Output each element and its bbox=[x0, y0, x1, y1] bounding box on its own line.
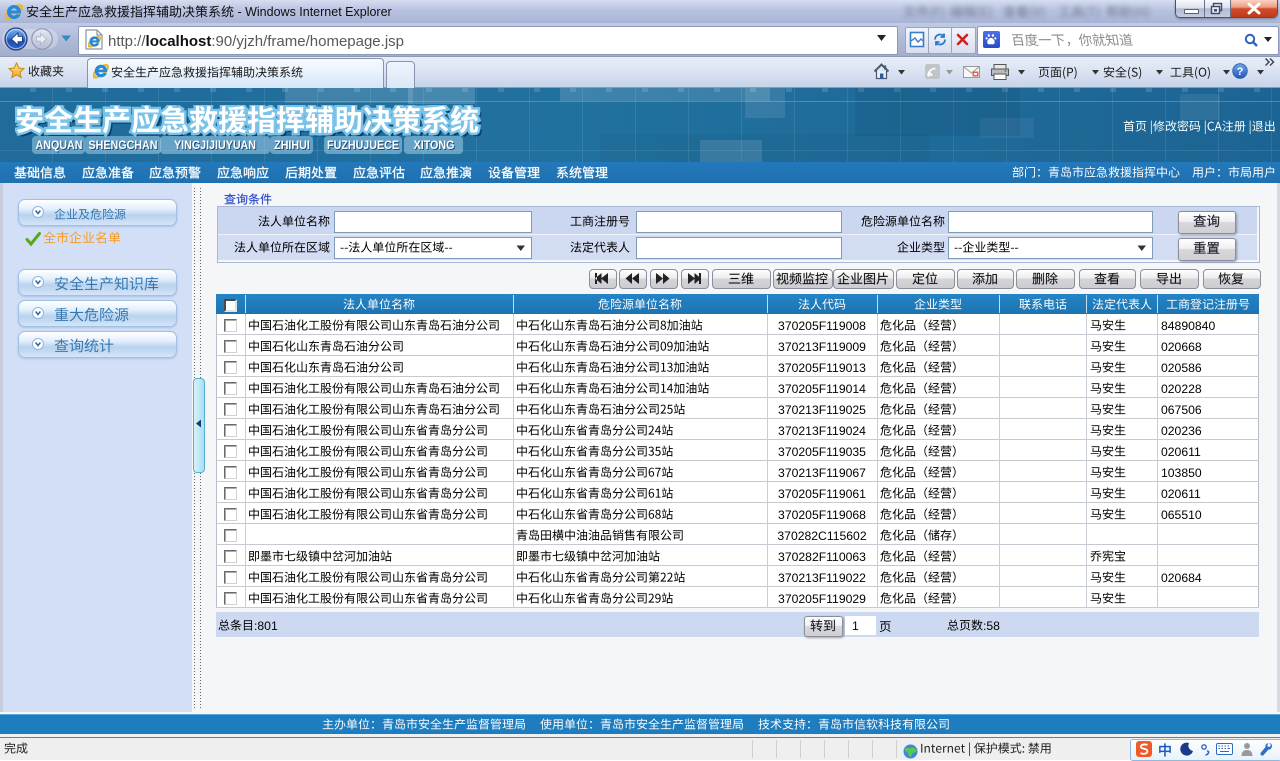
svg-text:?: ? bbox=[1237, 66, 1244, 78]
